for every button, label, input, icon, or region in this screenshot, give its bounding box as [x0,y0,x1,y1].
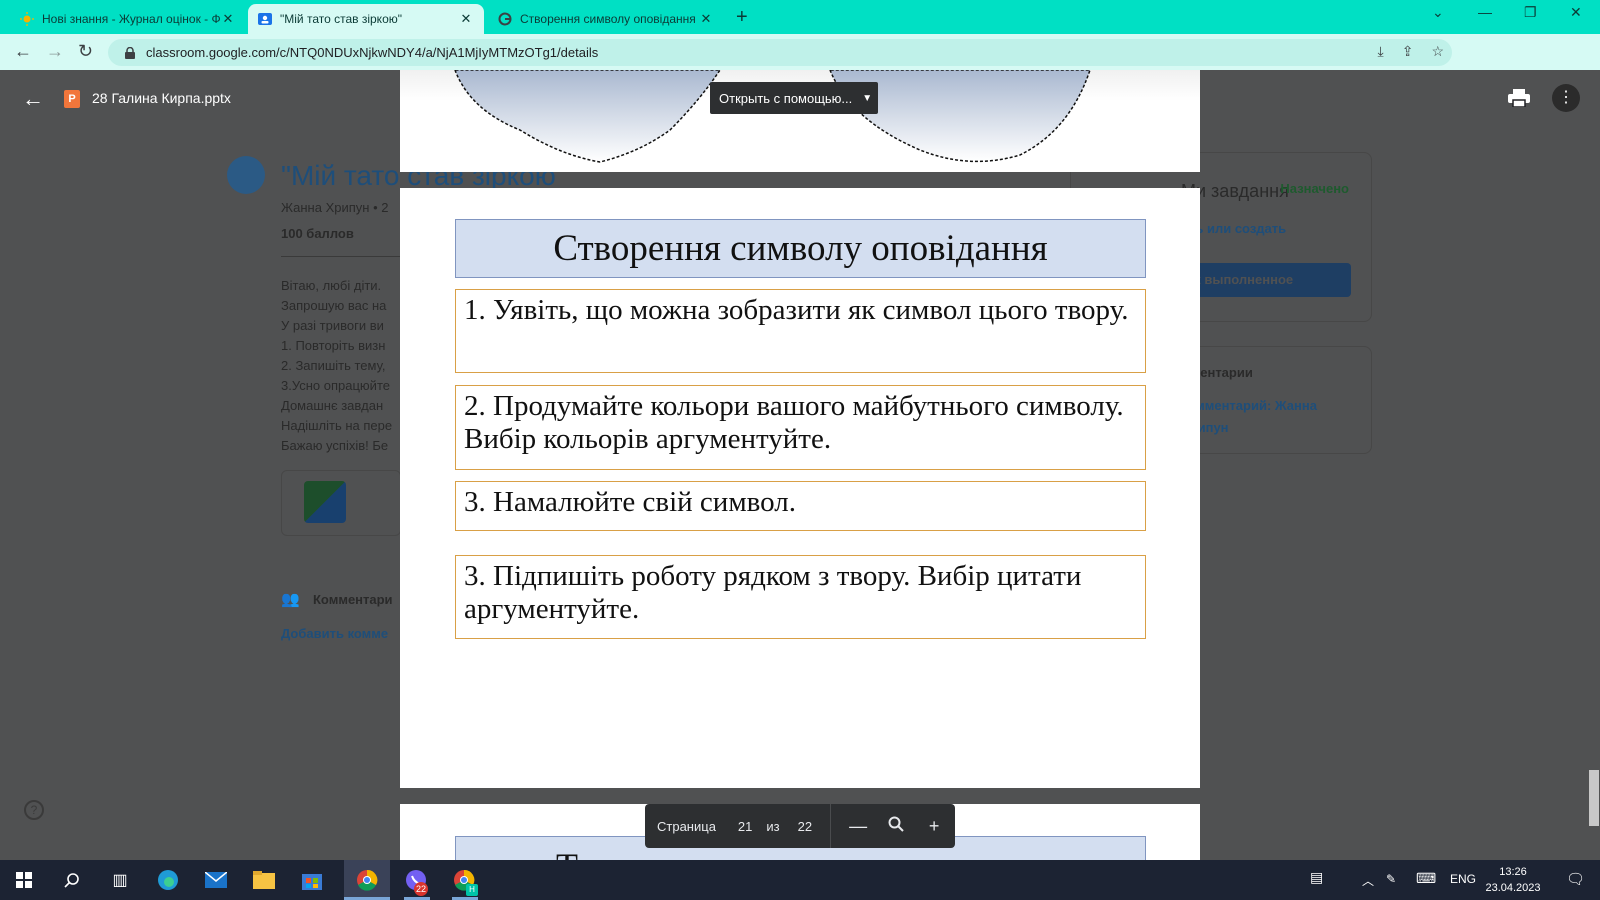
edge-icon[interactable] [154,866,182,894]
windows-start-icon[interactable] [10,866,38,894]
reload-icon[interactable]: ↻ [78,41,93,62]
tab-journal[interactable]: Нові знання - Журнал оцінок - Ф ✕ [10,4,246,34]
chevron-up-icon[interactable]: ︿ [1362,872,1374,889]
body-line: У разі тривоги ви [281,318,384,333]
current-slide: Створення символу оповідання 1. Уявіть, … [400,188,1200,788]
store-icon[interactable] [298,866,326,894]
body-line: Надішліть на пере [281,418,393,433]
keyboard-icon[interactable]: ⌨ [1416,870,1436,887]
pptx-file-icon: P [64,90,80,108]
help-icon[interactable]: ? [24,800,44,820]
add-comment-link[interactable]: Добавить комме [281,626,388,641]
window-close-icon[interactable]: ✕ [1570,4,1582,21]
body-line: 1. Повторіть визн [281,338,386,353]
restore-icon[interactable]: ❐ [1524,4,1537,21]
install-icon[interactable]: ⤓ [1378,43,1384,60]
pen-icon[interactable]: ✎ [1386,872,1396,886]
meet-attachment[interactable] [281,470,401,536]
assignment-author: Жанна Хрипун • 2 [281,200,389,215]
address-bar: ← → ↻ classroom.google.com/c/NTQ0NDUxNjk… [0,34,1600,96]
news-widget-icon[interactable]: ▤ [1310,869,1323,886]
people-icon: 👥 [281,591,300,608]
google-icon [498,12,512,26]
close-icon[interactable]: ✕ [698,11,714,27]
notifications-icon[interactable]: 🗨 [1566,870,1585,888]
tab-search-icon[interactable]: ⌄ [1432,4,1444,21]
total-pages: 22 [797,818,813,834]
zoom-icon[interactable] [885,816,907,837]
task-view-icon[interactable]: ▥ [106,866,134,894]
slide-item: 2. Продумайте кольори вашого майбутнього… [455,385,1146,470]
mark-done-label: ак выполненное [1187,272,1294,287]
assignment-points: 100 баллов [281,226,354,241]
viber-badge: 22 [414,882,429,896]
system-clock[interactable]: 13:26 23.04.2023 [1478,864,1548,896]
scrollbar-thumb[interactable] [1589,770,1599,826]
share-icon[interactable]: ⇪ [1402,43,1414,60]
file-explorer-icon[interactable] [250,866,278,894]
body-line: Домашнє завдан [281,398,384,413]
lock-icon[interactable] [120,46,140,59]
search-icon[interactable] [58,866,86,894]
class-comments-label: Комментари [313,592,393,607]
page-navigator: Страница 21 из 22 — + [645,804,955,848]
chrome-profile-badge: H [466,884,478,896]
url-text: classroom.google.com/c/NTQ0NDUxNjkwNDY4/… [146,45,599,60]
browser-tabbar: Нові знання - Журнал оцінок - Ф ✕ "Мій т… [0,0,1600,34]
more-options-icon[interactable]: ⋮ [1552,84,1580,112]
clock-date: 23.04.2023 [1485,882,1541,894]
divider [281,256,401,257]
back-icon[interactable]: ← [14,41,32,62]
close-icon[interactable]: ✕ [458,11,474,27]
slide-item: 1. Уявіть, що можна зобразити як символ … [455,289,1146,373]
meet-logo-icon [304,481,346,523]
omnibox[interactable]: classroom.google.com/c/NTQ0NDUxNjkwNDY4/… [108,39,1452,66]
add-private-comment-link[interactable]: комментарий: Жанна Хрипун [1181,395,1341,439]
tab-title: Створення символу оповідання [520,12,696,26]
viewer-back-icon[interactable]: ← [22,86,44,112]
zoom-in-icon[interactable]: + [923,816,945,837]
tab-title: "Мій тато став зіркою" [280,12,403,26]
mail-icon[interactable] [202,866,230,894]
close-icon[interactable]: ✕ [220,11,236,27]
bookmark-star-icon[interactable]: ☆ [1431,43,1444,60]
body-line: Бажаю успіхів! Бе [281,438,389,453]
print-icon[interactable] [1508,89,1530,108]
page-label: Страница [657,818,716,834]
assignment-icon [227,156,265,194]
minimize-icon[interactable]: — [1478,4,1492,20]
slide-item: 3. Підпишіть роботу рядком з твору. Вибі… [455,555,1146,639]
forward-icon[interactable]: → [46,41,64,62]
zoom-out-icon[interactable]: — [847,816,869,837]
body-line: 2. Запишіть тему, [281,358,386,373]
sun-icon [20,12,34,26]
next-slide-title: Т [556,845,578,860]
slide-title: Створення символу оповідання [455,219,1146,278]
mark-done-button[interactable]: ак выполненное [1181,263,1351,297]
open-with-button[interactable]: Открыть с помощью... ▼ [710,82,878,114]
viewer-file-name: 28 Галина Кирпа.pptx [92,90,231,106]
body-line: Запрошую вас на [281,298,387,313]
clock-time: 13:26 [1499,866,1527,878]
language-indicator[interactable]: ENG [1450,872,1476,886]
status-badge: Назначено [1280,181,1349,196]
tab-classroom[interactable]: "Мій тато став зіркою" ✕ [248,4,484,34]
page-of-label: из [766,818,780,834]
body-line: 3.Усно опрацюйте [281,378,390,393]
chevron-down-icon: ▼ [862,92,873,104]
current-page-input[interactable]: 21 [738,819,752,834]
new-tab-icon[interactable]: + [736,6,748,29]
tab-slide[interactable]: Створення символу оповідання ✕ [488,4,724,34]
assignment-body: Вітаю, любі діти. Запрошую вас на У разі… [281,276,392,456]
tab-title: Нові знання - Журнал оцінок - Ф [42,12,220,26]
body-line: Вітаю, любі діти. [281,278,382,293]
classroom-icon [258,12,272,26]
slide-item: 3. Намалюйте свій символ. [455,481,1146,531]
divider [830,804,832,848]
windows-taskbar: ▥ 22 H ▤ ︿ ✎ ⌨ ENG 🗨 [0,860,1600,900]
open-with-label: Открыть с помощью... [719,90,853,106]
chrome-taskbar-icon[interactable] [344,860,390,900]
